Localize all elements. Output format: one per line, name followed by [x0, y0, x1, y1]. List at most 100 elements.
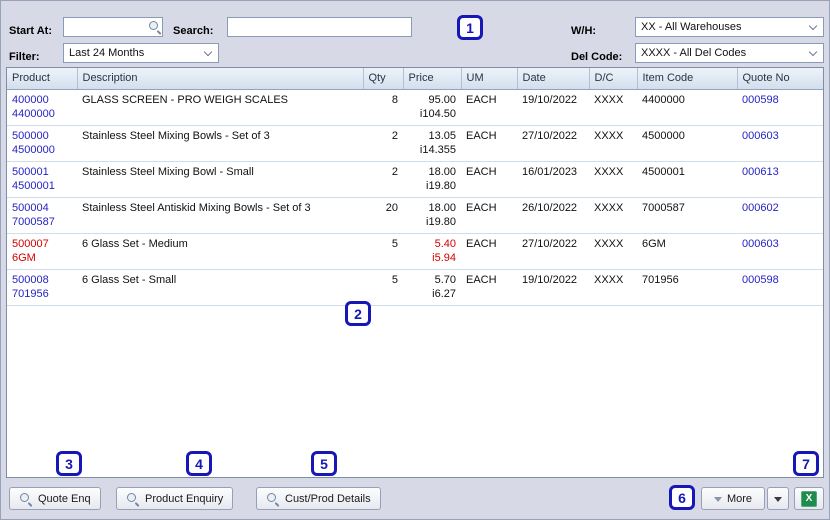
- warehouse-label: W/H:: [571, 25, 597, 37]
- warehouse-value: XX - All Warehouses: [641, 21, 742, 33]
- column-header[interactable]: Qty: [363, 68, 404, 90]
- start-at-input[interactable]: [64, 21, 148, 33]
- search-icon: [19, 492, 33, 506]
- um-cell: EACH: [461, 161, 517, 198]
- um-cell: EACH: [461, 89, 517, 126]
- annotation-badge-1: 1: [457, 15, 483, 40]
- cust-prod-details-label: Cust/Prod Details: [285, 492, 371, 505]
- more-button[interactable]: More: [701, 487, 765, 510]
- dropdown-arrow-icon: [774, 496, 782, 506]
- column-header[interactable]: Product: [7, 68, 78, 90]
- product-cell[interactable]: 500007 6GM: [7, 233, 77, 270]
- table-row[interactable]: 500001 4500001 Stainless Steel Mixing Bowl…: [7, 161, 823, 198]
- qty-cell: 2: [363, 125, 403, 162]
- annotation-badge-2: 2: [345, 301, 371, 326]
- results-table: Product Description Qty Price UM Date D/C Item …: [6, 67, 824, 478]
- date-cell: 19/10/2022: [517, 269, 589, 306]
- more-label: More: [726, 492, 753, 505]
- column-header[interactable]: Item Code: [637, 68, 738, 90]
- del-code-value: XXXX - All Del Codes: [641, 47, 747, 59]
- product-enquiry-label: Product Enquiry: [145, 492, 224, 505]
- start-at-label: Start At:: [9, 25, 52, 37]
- chevron-down-icon: [808, 21, 818, 31]
- annotation-badge-6: 6: [669, 485, 695, 510]
- table-row[interactable]: 500008 701956 6 Glass Set - Small 5 5.70 i6.2…: [7, 269, 823, 306]
- qty-cell: 8: [363, 89, 403, 126]
- column-header[interactable]: Date: [517, 68, 590, 90]
- item-code-cell: 6GM: [637, 233, 737, 270]
- product-cell[interactable]: 500001 4500001: [7, 161, 77, 198]
- cust-prod-details-button[interactable]: Cust/Prod Details: [256, 487, 381, 510]
- price-cell: 13.05 i14.355: [403, 125, 461, 162]
- filter-select[interactable]: Last 24 Months: [63, 43, 219, 63]
- date-cell: 19/10/2022: [517, 89, 589, 126]
- del-code-label: Del Code:: [571, 51, 623, 63]
- price-cell: 18.00 i19.80: [403, 197, 461, 234]
- start-at-field[interactable]: [63, 17, 163, 37]
- quote-no-cell[interactable]: 000598: [737, 89, 823, 126]
- quote-no-cell[interactable]: 000603: [737, 233, 823, 270]
- product-cell[interactable]: 500004 7000587: [7, 197, 77, 234]
- price-cell: 5.40 i5.94: [403, 233, 461, 270]
- quote-no-cell[interactable]: 000602: [737, 197, 823, 234]
- quote-no-cell[interactable]: 000598: [737, 269, 823, 306]
- excel-icon: X: [801, 490, 817, 507]
- date-cell: 26/10/2022: [517, 197, 589, 234]
- dc-cell: XXXX: [589, 125, 637, 162]
- more-dropdown-button[interactable]: [767, 487, 789, 510]
- quote-enquiry-window: Start At: Search: W/H: XX - All Warehous…: [0, 0, 830, 520]
- um-cell: EACH: [461, 233, 517, 270]
- table-row[interactable]: 500007 6GM 6 Glass Set - Medium 5 5.40 i5.94 E…: [7, 233, 823, 270]
- qty-cell: 2: [363, 161, 403, 198]
- search-field[interactable]: [227, 17, 412, 37]
- product-enquiry-button[interactable]: Product Enquiry: [116, 487, 234, 510]
- quote-no-cell[interactable]: 000613: [737, 161, 823, 198]
- del-code-select[interactable]: XXXX - All Del Codes: [635, 43, 824, 63]
- product-cell[interactable]: 500008 701956: [7, 269, 77, 306]
- annotation-badge-5: 5: [311, 451, 337, 476]
- search-icon[interactable]: [148, 20, 162, 34]
- table-row[interactable]: 500000 4500000 Stainless Steel Mixing Bowl…: [7, 125, 823, 162]
- dc-cell: XXXX: [589, 233, 637, 270]
- date-cell: 27/10/2022: [517, 125, 589, 162]
- description-cell: Stainless Steel Mixing Bowls - Set of 3: [77, 125, 363, 162]
- dc-cell: XXXX: [589, 269, 637, 306]
- column-header[interactable]: Quote No: [737, 68, 823, 90]
- table-row[interactable]: 400000 4400000 GLASS SCREEN - PRO WEIGH SC…: [7, 89, 823, 126]
- price-cell: 95.00 i104.50: [403, 89, 461, 126]
- description-cell: 6 Glass Set - Small: [77, 269, 363, 306]
- column-header[interactable]: UM: [461, 68, 518, 90]
- column-header[interactable]: D/C: [589, 68, 638, 90]
- qty-cell: 20: [363, 197, 403, 234]
- dc-cell: XXXX: [589, 197, 637, 234]
- annotation-badge-7: 7: [793, 451, 819, 476]
- quote-enq-button[interactable]: Quote Enq: [9, 487, 101, 510]
- column-header[interactable]: Price: [403, 68, 462, 90]
- table-row[interactable]: 500004 7000587 Stainless Steel Antiskid Mi…: [7, 197, 823, 234]
- product-cell[interactable]: 500000 4500000: [7, 125, 77, 162]
- date-cell: 27/10/2022: [517, 233, 589, 270]
- column-header[interactable]: Description: [77, 68, 364, 90]
- warehouse-select[interactable]: XX - All Warehouses: [635, 17, 824, 37]
- item-code-cell: 4500000: [637, 125, 737, 162]
- product-cell[interactable]: 400000 4400000: [7, 89, 77, 126]
- item-code-cell: 701956: [637, 269, 737, 306]
- um-cell: EACH: [461, 125, 517, 162]
- date-cell: 16/01/2023: [517, 161, 589, 198]
- table-header-row: Product Description Qty Price UM Date D/C Item …: [7, 68, 823, 90]
- search-label: Search:: [173, 25, 214, 37]
- description-cell: GLASS SCREEN - PRO WEIGH SCALES: [77, 89, 363, 126]
- annotation-badge-4: 4: [186, 451, 212, 476]
- item-code-cell: 7000587: [637, 197, 737, 234]
- price-cell: 5.70 i6.27: [403, 269, 461, 306]
- search-icon: [266, 492, 280, 506]
- chevron-down-icon: [808, 47, 818, 57]
- filter-value: Last 24 Months: [69, 47, 145, 59]
- search-input[interactable]: [228, 21, 411, 33]
- item-code-cell: 4400000: [637, 89, 737, 126]
- search-icon: [126, 492, 140, 506]
- quote-no-cell[interactable]: 000603: [737, 125, 823, 162]
- chevron-down-icon: [713, 496, 722, 506]
- um-cell: EACH: [461, 197, 517, 234]
- export-excel-button[interactable]: X: [794, 487, 824, 510]
